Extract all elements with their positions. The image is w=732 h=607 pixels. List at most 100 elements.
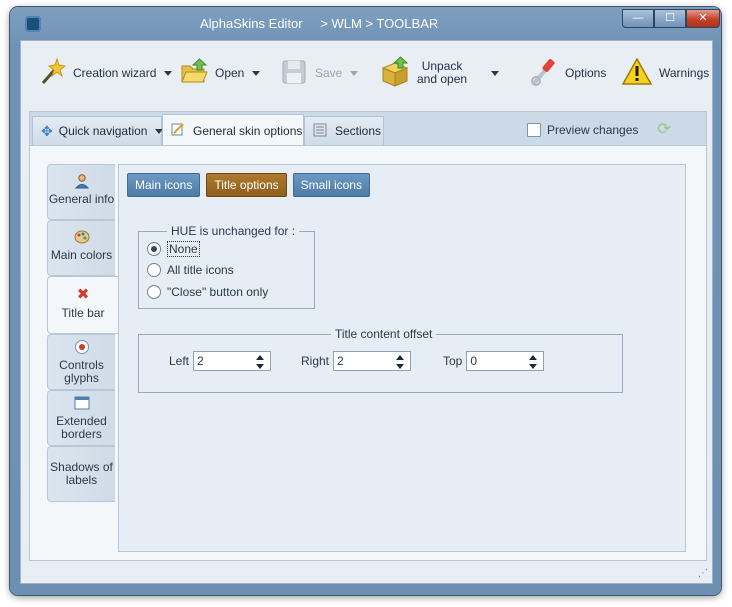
top-tab-strip: ✥ Quick navigation General skin options … [29, 111, 707, 146]
tab-sections[interactable]: Sections [304, 116, 384, 145]
chevron-down-icon[interactable] [252, 70, 261, 76]
spinner-arrows-icon[interactable] [396, 355, 405, 369]
offset-right-label: Right [301, 354, 330, 368]
client-area: Creation wizard Open Save Unpack and ope… [20, 40, 713, 584]
radio-close-button-only-button[interactable] [147, 285, 161, 299]
radio-all-title-icons-button[interactable] [147, 263, 161, 277]
options-button[interactable]: Options [527, 53, 606, 93]
side-tab-main-colors[interactable]: Main colors [47, 220, 115, 276]
radio-all-title-icons-label: All title icons [167, 263, 234, 277]
side-tab-extended-borders[interactable]: Extended borders [47, 390, 115, 446]
chevron-down-icon[interactable] [491, 70, 500, 76]
subtab-main-icons[interactable]: Main icons [127, 173, 201, 197]
app-window: AlphaSkins Editor > WLM > TOOLBAR — ☐ ✕ … [10, 7, 721, 595]
offset-right-field: Right 2 [301, 351, 412, 371]
radio-none-label: None [167, 241, 200, 257]
side-tab-shadows-line1: Shadows of [50, 460, 113, 474]
window-icon [74, 395, 90, 411]
tab-general-skin-options[interactable]: General skin options [162, 114, 304, 146]
save-button[interactable]: Save [279, 53, 359, 93]
unpack-label-line2: and open [417, 72, 468, 86]
tab-quick-navigation-label: Quick navigation [58, 124, 148, 138]
app-icon[interactable] [25, 16, 41, 32]
open-button[interactable]: Open [179, 53, 261, 93]
title-bar[interactable]: AlphaSkins Editor > WLM > TOOLBAR — ☐ ✕ [10, 7, 721, 40]
close-button[interactable]: ✕ [686, 9, 720, 28]
maximize-button[interactable]: ☐ [654, 9, 686, 28]
unpack-label-line1: Unpack [421, 59, 463, 73]
subtab-title-options[interactable]: Title options [206, 173, 287, 197]
radio-none-button[interactable] [147, 242, 161, 256]
side-tab-extended-borders-line2: borders [61, 427, 102, 441]
wrench-icon [527, 56, 559, 91]
offset-right-spinner[interactable]: 2 [333, 351, 412, 371]
open-folder-icon [179, 57, 209, 90]
offset-left-value: 2 [197, 354, 204, 368]
radio-all-title-icons[interactable]: All title icons [147, 263, 234, 277]
floppy-disk-icon [279, 57, 309, 90]
radio-close-button-only[interactable]: "Close" button only [147, 285, 268, 299]
side-tab-controls-glyphs-line2: glyphs [64, 371, 99, 385]
app-name: AlphaSkins Editor [200, 16, 303, 31]
toolbar: Creation wizard Open Save Unpack and ope… [21, 41, 712, 111]
preview-changes-checkbox[interactable]: Preview changes [527, 123, 638, 137]
warnings-button[interactable]: Warnings [621, 53, 709, 93]
spinner-arrows-icon[interactable] [529, 355, 538, 369]
hue-group-title: HUE is unchanged for : [167, 224, 300, 238]
offset-top-value: 0 [470, 354, 478, 368]
refresh-icon[interactable]: ⟳ [655, 121, 673, 139]
sections-list-icon [313, 123, 327, 140]
user-icon [74, 173, 90, 189]
offset-top-spinner[interactable]: 0 [466, 351, 545, 371]
offset-left-field: Left 2 [169, 351, 272, 371]
side-tab-extended-borders-line1: Extended [56, 414, 107, 428]
subtab-small-icons[interactable]: Small icons [292, 173, 370, 197]
unpack-and-open-button[interactable]: Unpack and open [379, 53, 500, 93]
tab-general-skin-options-label: General skin options [193, 123, 303, 138]
warning-icon [621, 56, 653, 90]
radio-glyph-icon [74, 339, 90, 355]
chevron-down-icon[interactable] [164, 70, 173, 76]
hue-unchanged-group: HUE is unchanged for : None All title ic… [138, 224, 315, 309]
main-panel: General info Main colors ✖ Title bar Con… [29, 145, 707, 561]
side-tab-controls-glyphs[interactable]: Controls glyphs [47, 334, 115, 390]
creation-wizard-button[interactable]: Creation wizard [37, 53, 173, 93]
side-tab-controls-glyphs-line1: Controls [59, 358, 104, 372]
window-title: AlphaSkins Editor > WLM > TOOLBAR [200, 16, 438, 31]
side-tab-shadows-line2: labels [65, 473, 98, 487]
caption-buttons: — ☐ ✕ [622, 9, 720, 28]
creation-wizard-label: Creation wizard [73, 66, 157, 80]
offset-group-title: Title content offset [331, 327, 437, 341]
preview-changes-box[interactable] [527, 123, 541, 137]
save-label: Save [315, 66, 343, 80]
radio-none[interactable]: None [147, 241, 200, 257]
side-tab-general-info[interactable]: General info [47, 164, 115, 220]
side-tab-title-bar-label: Title bar [61, 306, 105, 320]
warnings-label: Warnings [659, 66, 710, 80]
chevron-down-icon[interactable] [350, 70, 359, 76]
sub-tabs: Main icons Title options Small icons [127, 173, 370, 197]
magic-wand-icon [37, 56, 67, 90]
offset-left-label: Left [169, 354, 190, 368]
spinner-arrows-icon[interactable] [256, 355, 265, 369]
side-tab-main-colors-label: Main colors [50, 248, 113, 262]
options-label: Options [565, 66, 607, 80]
title-options-panel: Main icons Title options Small icons HUE… [118, 164, 686, 552]
palette-icon [74, 229, 90, 245]
radio-close-button-only-label: "Close" button only [167, 285, 269, 299]
open-label: Open [215, 66, 245, 80]
title-content-offset-group: Title content offset Left 2 Right 2 Top … [138, 327, 623, 393]
preview-changes-label: Preview changes [547, 123, 639, 137]
window-path: > WLM > TOOLBAR [320, 16, 439, 31]
offset-right-value: 2 [337, 354, 344, 368]
package-icon [379, 55, 411, 91]
minimize-button[interactable]: — [622, 9, 654, 28]
offset-top-label: Top [443, 354, 463, 368]
tab-quick-navigation[interactable]: ✥ Quick navigation [32, 116, 164, 145]
resize-grip-icon[interactable]: ⋰ [698, 569, 708, 579]
red-x-icon: ✖ [76, 286, 90, 303]
side-tab-shadows-of-labels[interactable]: Shadows of labels [47, 446, 115, 502]
offset-left-spinner[interactable]: 2 [193, 351, 272, 371]
unpack-label: Unpack and open [417, 60, 467, 86]
side-tab-title-bar[interactable]: ✖ Title bar [47, 276, 118, 334]
